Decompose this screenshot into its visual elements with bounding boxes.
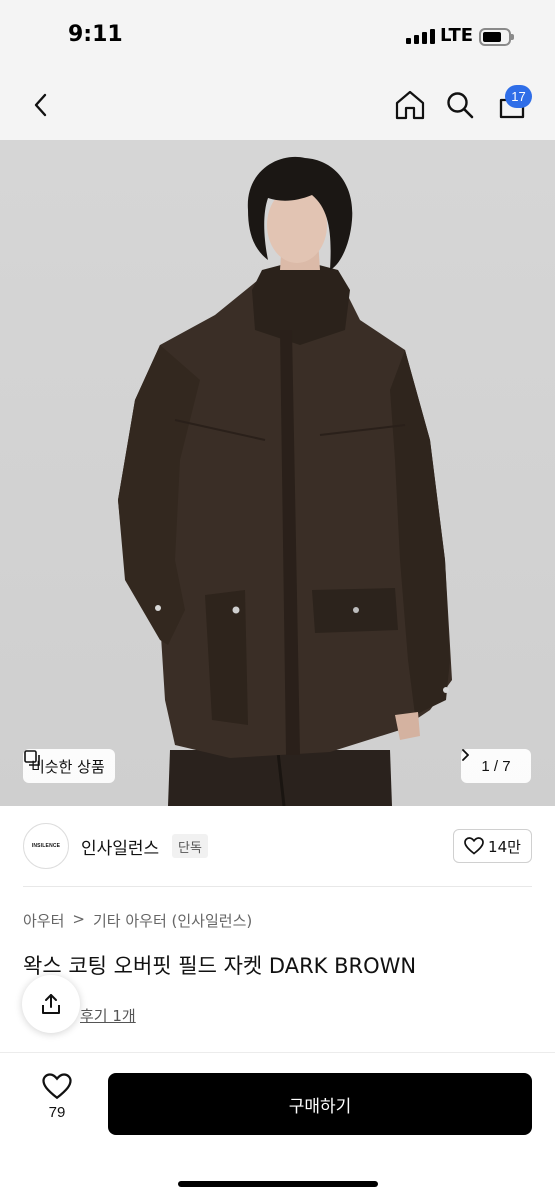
breadcrumb-item[interactable]: 기타 아우터 (인사일런스) [93,910,252,931]
exclusive-badge: 단독 [172,834,208,858]
product-photo [118,156,452,806]
back-button[interactable] [18,82,64,128]
buy-button[interactable]: 구매하기 [108,1073,532,1135]
brand-logo-text: INSILENCE [31,843,61,849]
bottom-action-bar: 79 구매하기 [0,1052,555,1200]
heart-icon [42,1073,72,1100]
product-title: 왁스 코팅 오버핏 필드 자켓 DARK BROWN [23,954,417,978]
home-indicator [178,1181,378,1187]
breadcrumb-separator: > [72,910,85,928]
heart-icon [464,837,484,855]
status-bar: 9:11 LTE [0,0,555,72]
brand-name[interactable]: 인사일런스 [81,834,159,859]
wishlist-count: 79 [48,1104,66,1121]
home-button[interactable] [387,82,433,128]
battery-icon [479,28,514,46]
network-label: LTE [440,25,474,46]
brand-logo[interactable]: INSILENCE [23,823,69,869]
search-icon [447,92,474,119]
share-icon [42,994,60,1014]
share-button[interactable] [22,975,80,1033]
page-indicator-text: 1 / 7 [481,757,511,775]
home-icon [395,90,425,120]
brand-like-count: 14만 [488,837,521,856]
brand-row: INSILENCE 인사일런스 단독 14만 [0,806,555,886]
image-page-indicator[interactable]: 1 / 7 [461,749,531,783]
brand-like-button[interactable]: 14만 [453,829,532,863]
product-image-gallery[interactable]: 비슷한 상품 1 / 7 [0,140,555,806]
divider [23,886,532,887]
chevron-right-icon [462,749,469,761]
similar-products-label: 비슷한 상품 [31,757,105,776]
search-button[interactable] [437,82,483,128]
status-time: 9:11 [68,22,123,47]
review-link[interactable]: 후기 1개 [80,1005,136,1026]
wishlist-button[interactable]: 79 [30,1073,84,1133]
cart-count-badge: 17 [505,85,532,108]
nav-bar [0,72,555,140]
similar-items-icon [24,750,40,766]
breadcrumb-item[interactable]: 아우터 [23,910,64,931]
similar-products-button[interactable]: 비슷한 상품 [23,749,115,783]
signal-icon [406,29,435,44]
chevron-left-icon [34,93,47,117]
breadcrumb: 아우터 > 기타 아우터 (인사일런스) [23,910,252,931]
